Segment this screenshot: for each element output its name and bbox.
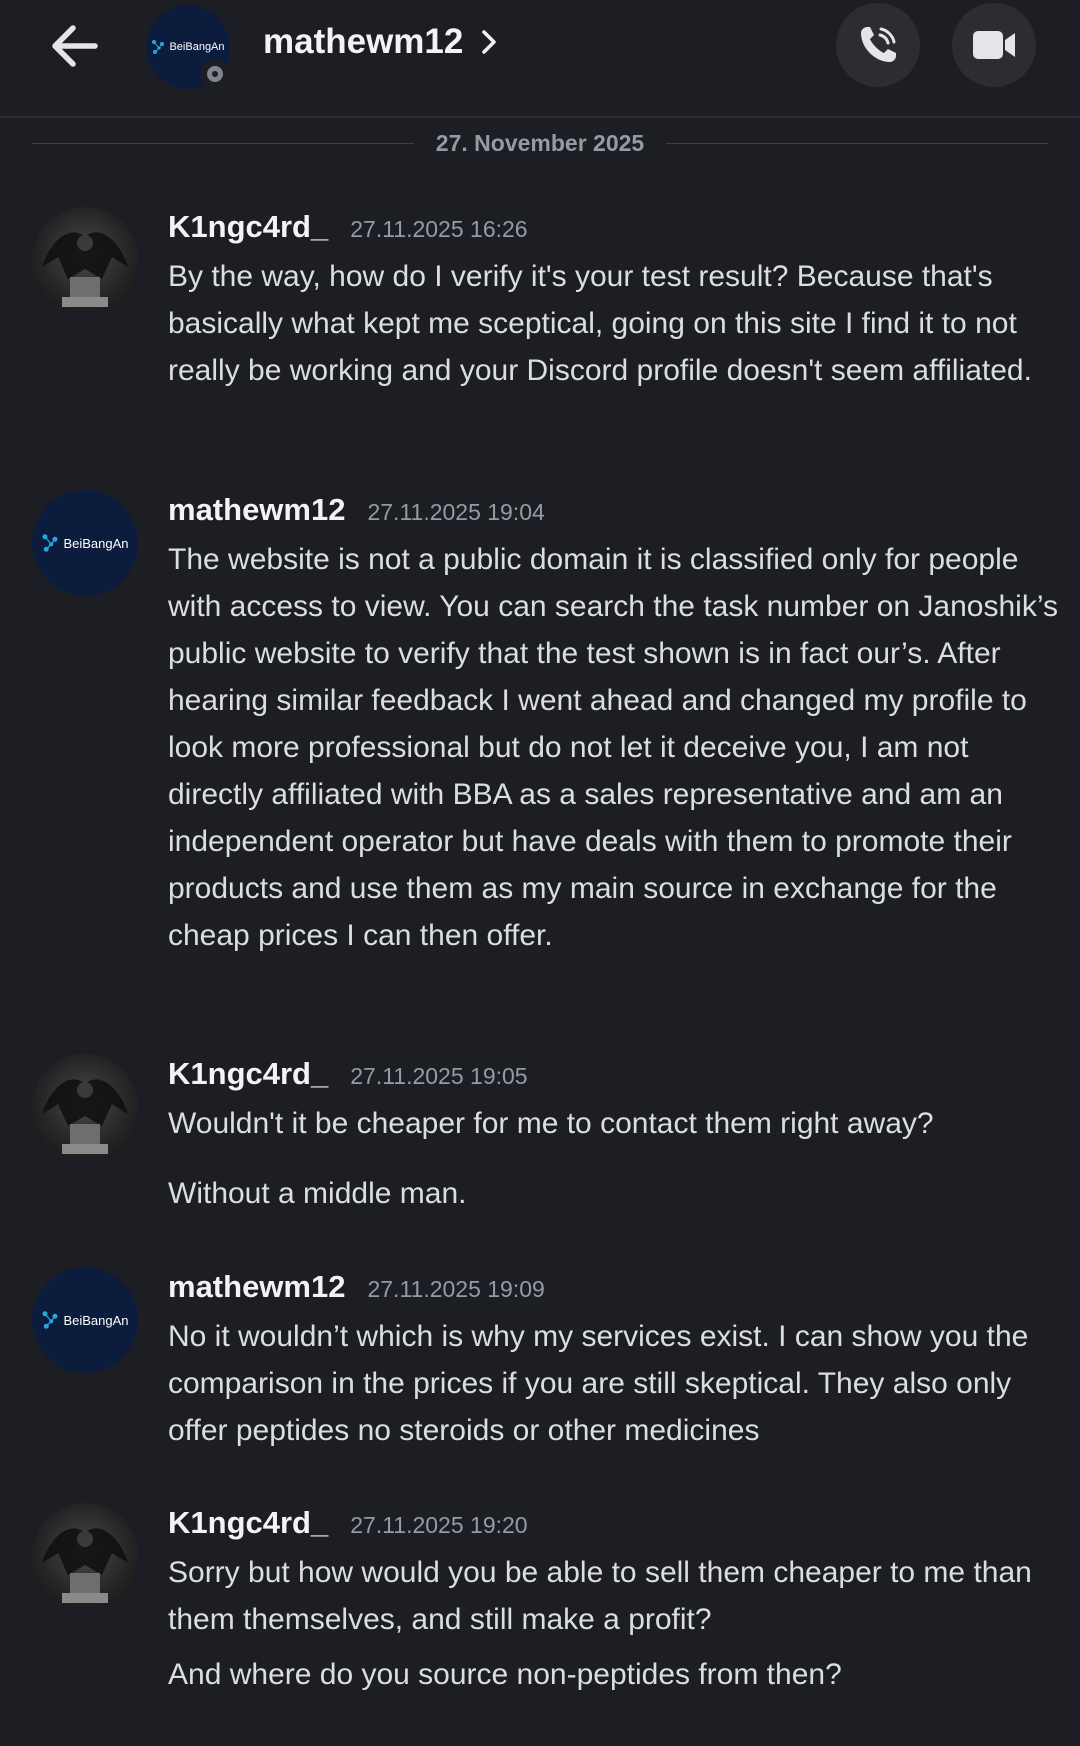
message-author[interactable]: mathewm12 <box>168 1269 345 1305</box>
network-logo-icon <box>42 534 58 552</box>
message-header: mathewm12 27.11.2025 19:04 <box>168 492 1058 536</box>
message-text: And where do you source non-peptides fro… <box>168 1658 842 1691</box>
message-author[interactable]: K1ngc4rd_ <box>168 1505 328 1541</box>
divider-line <box>666 142 1048 144</box>
header-username[interactable]: mathewm12 <box>263 22 497 62</box>
message-text: Without a middle man. <box>168 1177 467 1210</box>
message-body: mathewm12 27.11.2025 19:04 The website i… <box>168 492 1058 959</box>
beibangan-logo: BeiBangAn <box>41 533 129 553</box>
message-timestamp: 27.11.2025 19:05 <box>350 1063 528 1089</box>
message-text: No it wouldn’t which is why my services … <box>168 1320 1029 1447</box>
message-timestamp: 27.11.2025 19:20 <box>350 1512 528 1538</box>
message-body: K1ngc4rd_ 27.11.2025 19:20 Sorry but how… <box>168 1505 1058 1698</box>
chevron-right-icon <box>481 28 497 56</box>
message-header: K1ngc4rd_ 27.11.2025 19:05 <box>168 1056 1058 1100</box>
network-logo-icon <box>42 1311 58 1329</box>
message-header: K1ngc4rd_ 27.11.2025 16:26 <box>168 209 1058 253</box>
statue-avatar-icon <box>42 1079 128 1154</box>
avatar[interactable]: BeiBangAn <box>32 490 138 596</box>
arrow-left-icon <box>52 25 98 67</box>
message-header: K1ngc4rd_ 27.11.2025 19:20 <box>168 1505 1058 1549</box>
video-call-button[interactable] <box>952 3 1036 87</box>
beibangan-logo: BeiBangAn <box>151 39 225 55</box>
message-body: K1ngc4rd_ 27.11.2025 16:26 By the way, h… <box>168 209 1058 394</box>
avatar-brand-text: BeiBangAn <box>169 41 225 53</box>
voice-call-button[interactable] <box>836 3 920 87</box>
message-body: K1ngc4rd_ 27.11.2025 19:05 Wouldn't it b… <box>168 1056 1058 1217</box>
message-text: Wouldn't it be cheaper for me to contact… <box>168 1107 934 1140</box>
date-divider-label: 27. November 2025 <box>435 129 645 156</box>
message-timestamp: 27.11.2025 19:09 <box>367 1276 545 1302</box>
avatar[interactable]: BeiBangAn <box>32 1267 138 1373</box>
message-body: mathewm12 27.11.2025 19:09 No it wouldn’… <box>168 1269 1058 1454</box>
message-header: mathewm12 27.11.2025 19:09 <box>168 1269 1058 1313</box>
back-button[interactable] <box>44 20 104 72</box>
avatar[interactable] <box>32 207 138 313</box>
avatar[interactable] <box>32 1054 138 1160</box>
message-author[interactable]: mathewm12 <box>168 492 345 528</box>
avatar-brand-text: BeiBangAn <box>63 1312 129 1328</box>
message-text: By the way, how do I verify it's your te… <box>168 260 1032 387</box>
message-author[interactable]: K1ngc4rd_ <box>168 1056 328 1092</box>
header-title-text: mathewm12 <box>263 22 464 61</box>
message-author[interactable]: K1ngc4rd_ <box>168 209 328 245</box>
statue-avatar-icon <box>42 232 128 307</box>
message-text: Sorry but how would you be able to sell … <box>168 1556 1032 1636</box>
divider-line <box>32 142 414 144</box>
network-logo-icon <box>152 40 165 54</box>
avatar-brand-text: BeiBangAn <box>63 535 129 551</box>
statue-avatar-icon <box>42 1528 128 1603</box>
message-timestamp: 27.11.2025 16:26 <box>350 216 528 242</box>
avatar[interactable] <box>32 1503 138 1609</box>
chat-header: BeiBangAn mathewm12 <box>0 0 1080 118</box>
video-camera-icon <box>973 31 1015 59</box>
phone-call-icon <box>861 27 896 62</box>
message-timestamp: 27.11.2025 19:04 <box>367 499 545 525</box>
idle-status-icon <box>200 59 230 89</box>
message-text: The website is not a public domain it is… <box>168 543 1058 952</box>
date-divider: 27. November 2025 <box>32 128 1048 158</box>
beibangan-logo: BeiBangAn <box>41 1310 129 1330</box>
